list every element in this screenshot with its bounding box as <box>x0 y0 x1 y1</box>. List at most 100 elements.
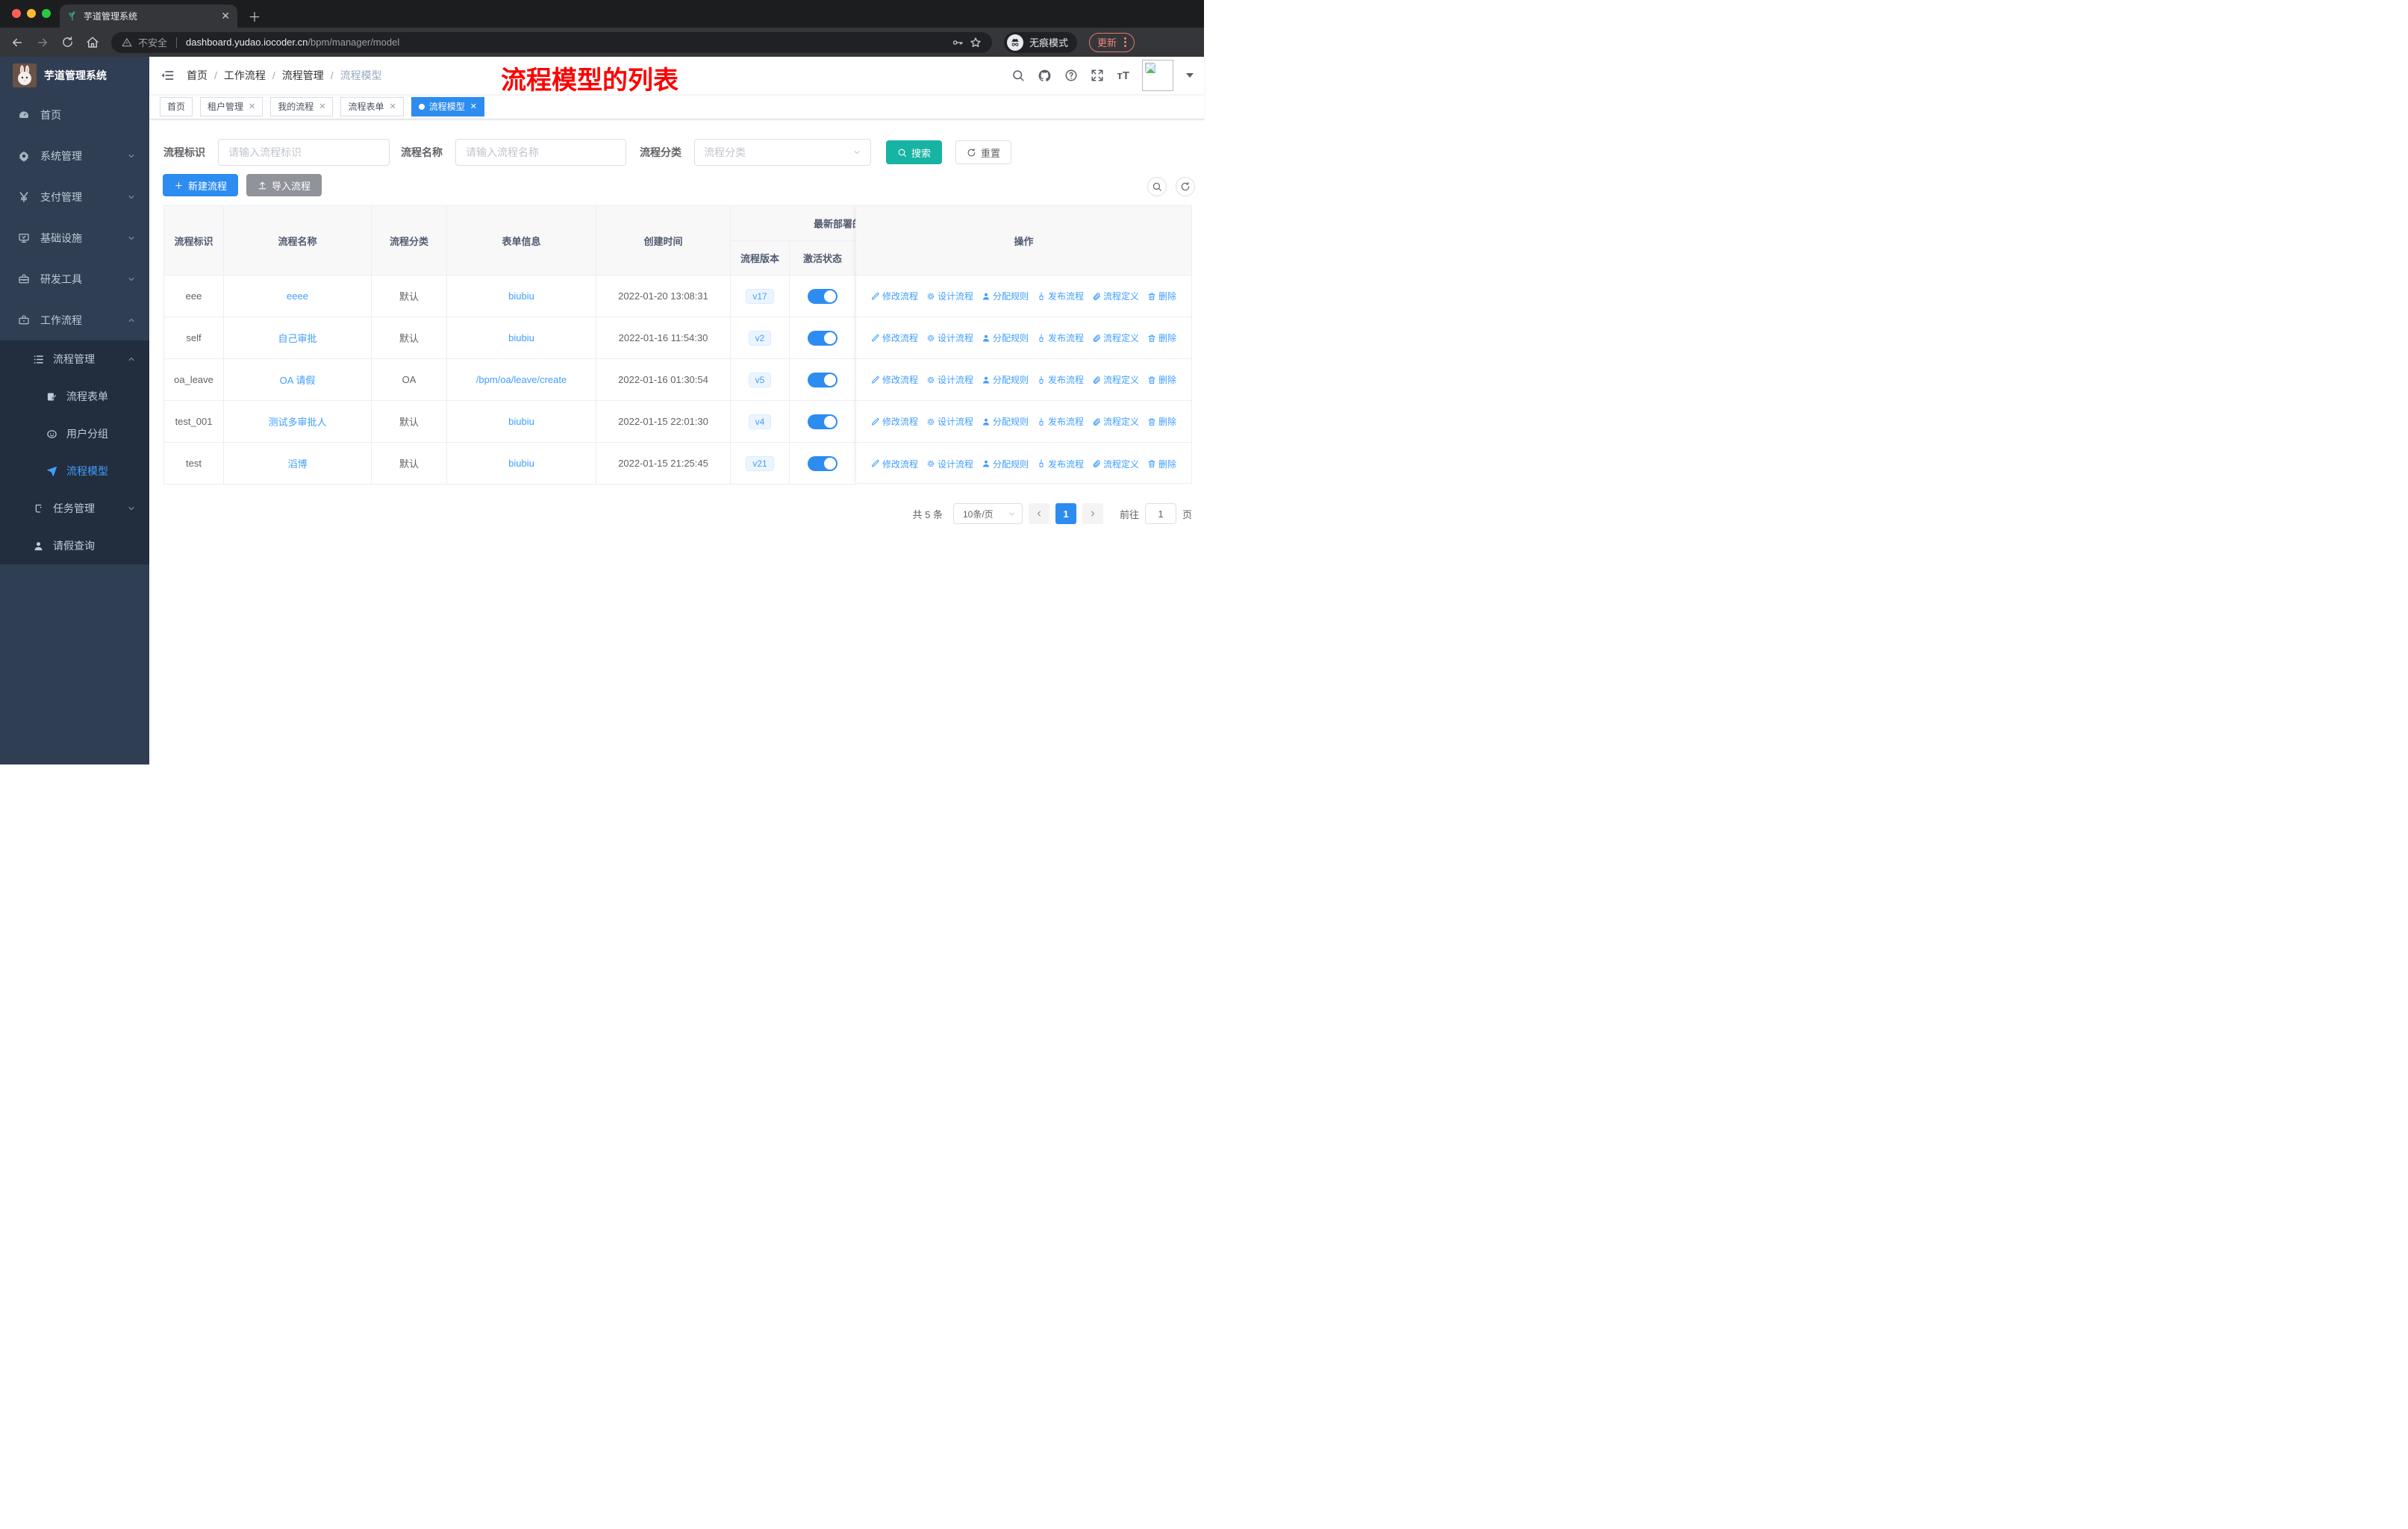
category-select[interactable]: 流程分类 <box>694 139 871 166</box>
delete-link[interactable]: 删除 <box>1147 290 1176 302</box>
reset-button[interactable]: 重置 <box>955 140 1012 164</box>
sidebar-item-payment[interactable]: 支付管理 <box>0 176 149 217</box>
help-icon[interactable] <box>1064 69 1078 82</box>
process-definition-link[interactable]: 流程定义 <box>1092 458 1139 470</box>
active-toggle[interactable] <box>808 455 838 471</box>
form-info-link[interactable]: biubiu <box>508 332 534 343</box>
window-minimize-button[interactable] <box>27 9 36 18</box>
edit-process-link[interactable]: 修改流程 <box>871 458 918 470</box>
delete-link[interactable]: 删除 <box>1147 373 1176 386</box>
active-toggle[interactable] <box>808 414 838 429</box>
sidebar-item-workflow[interactable]: 工作流程 <box>0 299 149 340</box>
back-button[interactable] <box>10 36 24 49</box>
delete-link[interactable]: 删除 <box>1147 331 1176 344</box>
sidebar-item-process-form[interactable]: 流程表单 <box>0 378 149 415</box>
next-page-button[interactable] <box>1082 503 1103 524</box>
show-search-button[interactable] <box>1147 177 1167 196</box>
tag-close-icon[interactable]: ✕ <box>319 102 325 111</box>
font-size-icon[interactable]: тT <box>1117 69 1129 82</box>
page-number-1[interactable]: 1 <box>1055 503 1076 524</box>
refresh-table-button[interactable] <box>1176 177 1195 196</box>
assign-rule-link[interactable]: 分配规则 <box>982 331 1029 344</box>
sidebar-item-process-management[interactable]: 流程管理 <box>0 340 149 378</box>
design-process-link[interactable]: 设计流程 <box>926 458 973 470</box>
search-button[interactable]: 搜索 <box>886 140 943 164</box>
new-tab-button[interactable]: ＋ <box>246 7 263 25</box>
sidebar-logo-row[interactable]: 芋道管理系统 <box>0 57 149 94</box>
fullscreen-icon[interactable] <box>1091 69 1104 82</box>
process-definition-link[interactable]: 流程定义 <box>1092 331 1139 344</box>
window-close-button[interactable] <box>12 9 21 18</box>
edit-process-link[interactable]: 修改流程 <box>871 290 918 302</box>
sidebar-item-task-management[interactable]: 任务管理 <box>0 490 149 527</box>
model-name-link[interactable]: eeee <box>287 290 308 302</box>
active-toggle[interactable] <box>808 330 838 346</box>
design-process-link[interactable]: 设计流程 <box>926 331 973 344</box>
page-size-select[interactable]: 10条/页 <box>952 503 1023 524</box>
model-name-link[interactable]: OA 请假 <box>280 375 316 386</box>
key-icon[interactable] <box>952 37 964 49</box>
browser-update-button[interactable]: 更新 <box>1089 32 1135 52</box>
tab-close-icon[interactable]: ✕ <box>221 10 230 22</box>
process-definition-link[interactable]: 流程定义 <box>1092 415 1139 428</box>
form-info-link[interactable]: biubiu <box>508 416 534 427</box>
design-process-link[interactable]: 设计流程 <box>926 415 973 428</box>
sidebar-item-devtools[interactable]: 研发工具 <box>0 258 149 299</box>
assign-rule-link[interactable]: 分配规则 <box>982 290 1029 302</box>
sidebar-item-leave-query[interactable]: 请假查询 <box>0 527 149 564</box>
active-toggle[interactable] <box>808 372 838 387</box>
breadcrumb-workflow[interactable]: 工作流程 <box>224 68 266 83</box>
breadcrumb-home[interactable]: 首页 <box>187 68 208 83</box>
tag-my-process[interactable]: 我的流程 ✕ <box>270 96 334 116</box>
publish-process-link[interactable]: 发布流程 <box>1037 290 1084 302</box>
prev-page-button[interactable] <box>1028 503 1049 524</box>
assign-rule-link[interactable]: 分配规则 <box>982 373 1029 386</box>
edit-process-link[interactable]: 修改流程 <box>871 331 918 344</box>
edit-process-link[interactable]: 修改流程 <box>871 373 918 386</box>
publish-process-link[interactable]: 发布流程 <box>1037 331 1084 344</box>
goto-page-input[interactable] <box>1144 503 1176 524</box>
tag-tenant[interactable]: 租户管理 ✕ <box>200 96 263 116</box>
forward-button[interactable] <box>36 36 49 49</box>
tag-process-model[interactable]: 流程模型 ✕ <box>411 96 484 116</box>
assign-rule-link[interactable]: 分配规则 <box>982 458 1029 470</box>
header-search-icon[interactable] <box>1011 69 1025 82</box>
sidebar-item-home[interactable]: 首页 <box>0 94 149 135</box>
tag-close-icon[interactable]: ✕ <box>470 102 477 111</box>
model-name-input[interactable] <box>455 139 626 166</box>
publish-process-link[interactable]: 发布流程 <box>1037 373 1084 386</box>
sidebar-item-process-model[interactable]: 流程模型 <box>0 452 149 490</box>
model-key-input[interactable] <box>218 139 390 166</box>
sidebar-collapse-icon[interactable] <box>160 68 175 83</box>
avatar[interactable] <box>1142 60 1173 91</box>
model-name-link[interactable]: 滔博 <box>287 458 307 470</box>
import-process-button[interactable]: 导入流程 <box>246 174 322 196</box>
delete-link[interactable]: 删除 <box>1147 458 1176 470</box>
model-name-link[interactable]: 测试多审批人 <box>268 417 326 428</box>
tag-close-icon[interactable]: ✕ <box>390 102 396 111</box>
process-definition-link[interactable]: 流程定义 <box>1092 290 1139 302</box>
github-icon[interactable] <box>1038 69 1052 83</box>
form-info-link[interactable]: /bpm/oa/leave/create <box>476 374 567 385</box>
reload-button[interactable] <box>61 36 74 49</box>
tag-process-form[interactable]: 流程表单 ✕ <box>340 96 404 116</box>
avatar-caret-icon[interactable] <box>1186 73 1194 78</box>
form-info-link[interactable]: biubiu <box>508 290 534 302</box>
publish-process-link[interactable]: 发布流程 <box>1037 458 1084 470</box>
process-definition-link[interactable]: 流程定义 <box>1092 373 1139 386</box>
tag-home[interactable]: 首页 <box>160 96 193 116</box>
browser-tab[interactable]: 芋道管理系统 ✕ <box>60 4 237 28</box>
sidebar-item-infra[interactable]: 基础设施 <box>0 217 149 258</box>
security-label[interactable]: 不安全 <box>138 35 167 49</box>
design-process-link[interactable]: 设计流程 <box>926 290 973 302</box>
home-button[interactable] <box>86 36 99 49</box>
assign-rule-link[interactable]: 分配规则 <box>982 415 1029 428</box>
address-bar[interactable]: 不安全 dashboard.yudao.iocoder.cn/bpm/manag… <box>111 31 992 53</box>
form-info-link[interactable]: biubiu <box>508 458 534 469</box>
window-zoom-button[interactable] <box>42 9 51 18</box>
publish-process-link[interactable]: 发布流程 <box>1037 415 1084 428</box>
create-process-button[interactable]: 新建流程 <box>163 174 239 196</box>
design-process-link[interactable]: 设计流程 <box>926 373 973 386</box>
delete-link[interactable]: 删除 <box>1147 415 1176 428</box>
model-name-link[interactable]: 自己审批 <box>278 333 316 344</box>
